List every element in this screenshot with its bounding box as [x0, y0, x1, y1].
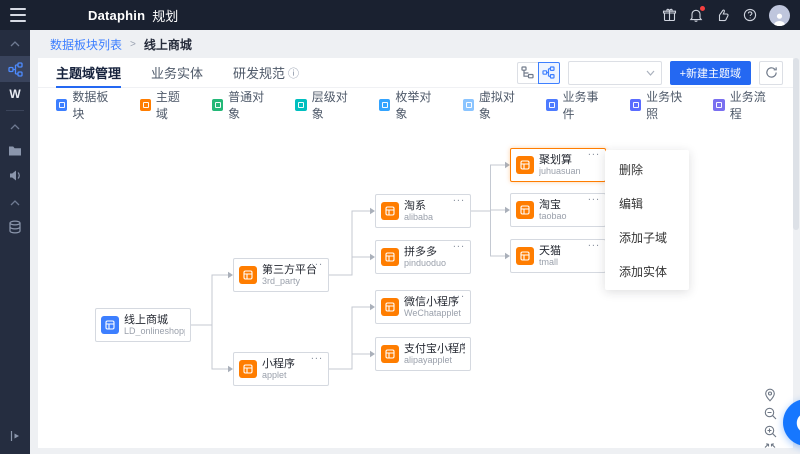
tree-node-pinduoduo[interactable]: 拼多多pinduoduo... [375, 240, 471, 274]
data-board-icon [101, 316, 119, 334]
node-more-icon[interactable]: ... [311, 256, 323, 268]
node-code: applet [262, 370, 295, 380]
tree-node-WeChatapplet[interactable]: 微信小程序WeChatapplet... [375, 290, 471, 324]
node-code: alipayapplet [404, 355, 465, 365]
tree-node-taobao[interactable]: 淘宝taobao... [510, 193, 606, 227]
locate-icon[interactable] [763, 388, 777, 402]
sidebar: W [0, 30, 30, 454]
theme-domain-icon [516, 156, 534, 174]
feedback-icon[interactable] [715, 7, 731, 23]
tree-node-alipayapplet[interactable]: 支付宝小程序alipayapplet... [375, 337, 471, 371]
sidebar-divider [6, 110, 24, 111]
notification-badge [700, 6, 705, 11]
brand-name: Dataphin [88, 8, 145, 23]
theme-domain-icon [381, 298, 399, 316]
node-context-menu: 删除编辑添加子域添加实体 [605, 150, 689, 290]
node-code: juhuasuan [539, 166, 581, 176]
node-more-icon[interactable]: ... [588, 146, 600, 158]
node-more-icon[interactable]: ... [453, 288, 465, 300]
breadcrumb: 数据板块列表 > 线上商城 [50, 30, 192, 58]
node-more-icon[interactable]: ... [311, 350, 323, 362]
topbar-actions [661, 0, 790, 30]
tree-node-root[interactable]: 线上商城LD_onlineshopping [95, 308, 191, 342]
node-title: 线上商城 [124, 314, 185, 327]
tree-node-juhuasuan[interactable]: 聚划算juhuasuan... [510, 148, 606, 182]
breadcrumb-separator: > [130, 39, 136, 50]
tree-node-alibaba[interactable]: 淘系alibaba... [375, 194, 471, 228]
theme-domain-icon [381, 248, 399, 266]
theme-domain-icon [239, 360, 257, 378]
node-code: alibaba [404, 212, 433, 222]
zoom-out-icon[interactable] [763, 406, 777, 420]
workspace-letter: W [9, 87, 20, 101]
module-title: 规划 [152, 6, 178, 25]
tree-node-applet[interactable]: 小程序applet... [233, 352, 329, 386]
node-code: WeChatapplet [404, 308, 461, 318]
app-brand: Dataphin 规划 [88, 0, 178, 30]
domain-tree-canvas: 线上商城LD_onlineshopping第三方平台3rd_party...小程… [38, 58, 793, 448]
node-more-icon[interactable]: ... [588, 191, 600, 203]
node-more-icon[interactable]: ... [453, 238, 465, 250]
breadcrumb-current: 线上商城 [144, 36, 192, 53]
collapse-up-icon[interactable] [0, 115, 30, 139]
canvas-toolbar [763, 388, 777, 448]
planning-tree-icon [8, 62, 23, 77]
theme-domain-icon [239, 266, 257, 284]
database-icon[interactable] [0, 215, 30, 239]
theme-domain-icon [516, 201, 534, 219]
user-avatar[interactable] [769, 5, 790, 26]
topbar: Dataphin 规划 [0, 0, 800, 30]
tree-node-tmall[interactable]: 天猫tmall... [510, 239, 606, 273]
vertical-scrollbar[interactable] [793, 58, 799, 230]
help-icon[interactable] [742, 7, 758, 23]
node-title: 第三方平台 [262, 264, 317, 277]
node-title: 聚划算 [539, 154, 581, 167]
collapse-up-icon[interactable] [0, 32, 30, 56]
gift-icon[interactable] [661, 7, 677, 23]
node-title: 小程序 [262, 358, 295, 371]
notification-bell-icon[interactable] [688, 7, 704, 23]
node-title: 拼多多 [404, 246, 446, 259]
node-code: LD_onlineshopping [124, 326, 185, 336]
context-menu-item-添加实体[interactable]: 添加实体 [605, 254, 689, 288]
tree-node-3rd_party[interactable]: 第三方平台3rd_party... [233, 258, 329, 292]
service-icon [792, 408, 800, 438]
breadcrumb-parent-link[interactable]: 数据板块列表 [50, 36, 122, 53]
theme-domain-icon [516, 247, 534, 265]
node-code: 3rd_party [262, 276, 317, 286]
theme-domain-icon [381, 345, 399, 363]
main-panel: 主题域管理业务实体研发规范ⓘ +新建主题 [38, 58, 793, 448]
context-menu-item-删除[interactable]: 删除 [605, 152, 689, 186]
expand-panel-icon[interactable] [0, 424, 30, 448]
theme-domain-icon [381, 202, 399, 220]
zoom-in-icon[interactable] [763, 424, 777, 438]
menu-icon[interactable] [10, 8, 26, 22]
node-more-icon[interactable]: ... [588, 237, 600, 249]
sidebar-item-planning[interactable] [0, 56, 30, 82]
node-code: pinduoduo [404, 258, 446, 268]
node-code: taobao [539, 211, 567, 221]
folder-icon[interactable] [0, 139, 30, 163]
context-menu-item-添加子域[interactable]: 添加子域 [605, 220, 689, 254]
megaphone-icon[interactable] [0, 163, 30, 187]
collapse-up-icon[interactable] [0, 191, 30, 215]
fit-view-icon[interactable] [763, 442, 777, 448]
node-code: tmall [539, 257, 561, 267]
node-title: 淘宝 [539, 199, 567, 212]
node-title: 天猫 [539, 245, 561, 258]
sidebar-item-workspace[interactable]: W [0, 82, 30, 106]
node-more-icon[interactable]: ... [453, 335, 465, 347]
node-more-icon[interactable]: ... [453, 192, 465, 204]
node-title: 淘系 [404, 200, 433, 213]
context-menu-item-编辑[interactable]: 编辑 [605, 186, 689, 220]
